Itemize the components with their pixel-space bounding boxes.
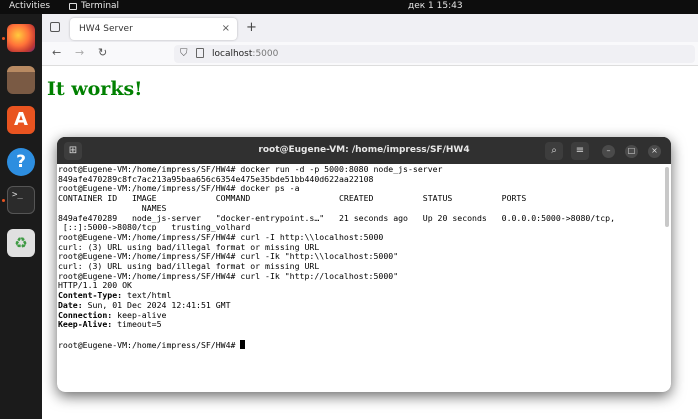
firefox-icon[interactable] [7, 24, 35, 52]
url-host: localhost [212, 49, 253, 59]
scrollbar[interactable] [665, 167, 669, 227]
http-header-line: Keep-Alive: timeout=5 [58, 319, 671, 330]
running-indicator [2, 199, 5, 202]
http-header-value: keep-alive [112, 309, 167, 320]
tab-hw4-server[interactable]: HW4 Server × [70, 18, 237, 40]
http-header-key: Date: [58, 299, 83, 310]
app-menu[interactable]: Terminal [69, 1, 119, 11]
clock[interactable]: дек 1 15:43 [408, 1, 463, 11]
http-header-value: timeout=5 [112, 319, 162, 330]
minimize-icon[interactable]: – [602, 145, 615, 158]
terminal-line: root@Eugene-VM:/home/impress/SF/HW4# cur… [58, 270, 399, 281]
search-icon[interactable]: ⌕ [545, 142, 563, 160]
page-heading: It works! [47, 78, 143, 100]
close-icon[interactable]: × [222, 23, 230, 34]
terminal-window: ⊞ root@Eugene-VM: /home/impress/SF/HW4 ⌕… [57, 137, 671, 392]
close-window-icon[interactable]: × [648, 145, 661, 158]
shield-icon[interactable]: ⛉ [180, 48, 188, 59]
terminal-small-icon [69, 2, 77, 10]
running-indicator [2, 37, 5, 40]
activities-button[interactable]: Activities [9, 1, 50, 11]
top-bar: Activities Terminal дек 1 15:43 [0, 0, 698, 14]
page-icon[interactable] [196, 48, 204, 58]
tab-list-icon[interactable] [50, 22, 60, 32]
navigation-bar: ← → ↻ ⛉ localhost:5000 [42, 42, 698, 66]
reload-button[interactable]: ↻ [98, 46, 107, 59]
terminal-output[interactable]: root@Eugene-VM:/home/impress/SF/HW4# doc… [57, 164, 671, 392]
http-header-value: Sun, 01 Dec 2024 12:41:51 GMT [82, 299, 231, 310]
dock: A ? >_ ♻ [0, 14, 42, 419]
help-icon[interactable]: ? [7, 148, 35, 176]
new-tab-button[interactable]: + [246, 20, 257, 35]
url-text: localhost:5000 [212, 49, 278, 59]
tab-bar: HW4 Server × + [42, 14, 698, 42]
http-header-key: Keep-Alive: [58, 319, 113, 330]
software-icon[interactable]: A [7, 106, 35, 134]
terminal-prompt: root@Eugene-VM:/home/impress/SF/HW4# [58, 339, 241, 350]
menu-icon[interactable]: ≡ [571, 142, 589, 160]
terminal-line: ​ [58, 330, 671, 340]
url-port: :5000 [252, 49, 279, 59]
url-bar[interactable]: ⛉ localhost:5000 [174, 45, 695, 63]
files-icon[interactable] [7, 66, 35, 94]
app-menu-label: Terminal [81, 1, 120, 11]
tab-title: HW4 Server [79, 24, 133, 34]
forward-button[interactable]: → [75, 46, 84, 59]
trash-icon[interactable]: ♻ [7, 229, 35, 257]
text-cursor [240, 339, 246, 349]
http-header-key: Content-Type: [58, 290, 123, 301]
terminal-icon[interactable]: >_ [7, 186, 35, 214]
http-header-key: Connection: [58, 309, 113, 320]
terminal-header[interactable]: ⊞ root@Eugene-VM: /home/impress/SF/HW4 ⌕… [57, 137, 671, 164]
http-header-value: text/html [122, 290, 172, 301]
back-button[interactable]: ← [52, 46, 61, 59]
maximize-icon[interactable]: □ [625, 145, 638, 158]
terminal-prompt-line: root@Eugene-VM:/home/impress/SF/HW4# [58, 339, 671, 351]
